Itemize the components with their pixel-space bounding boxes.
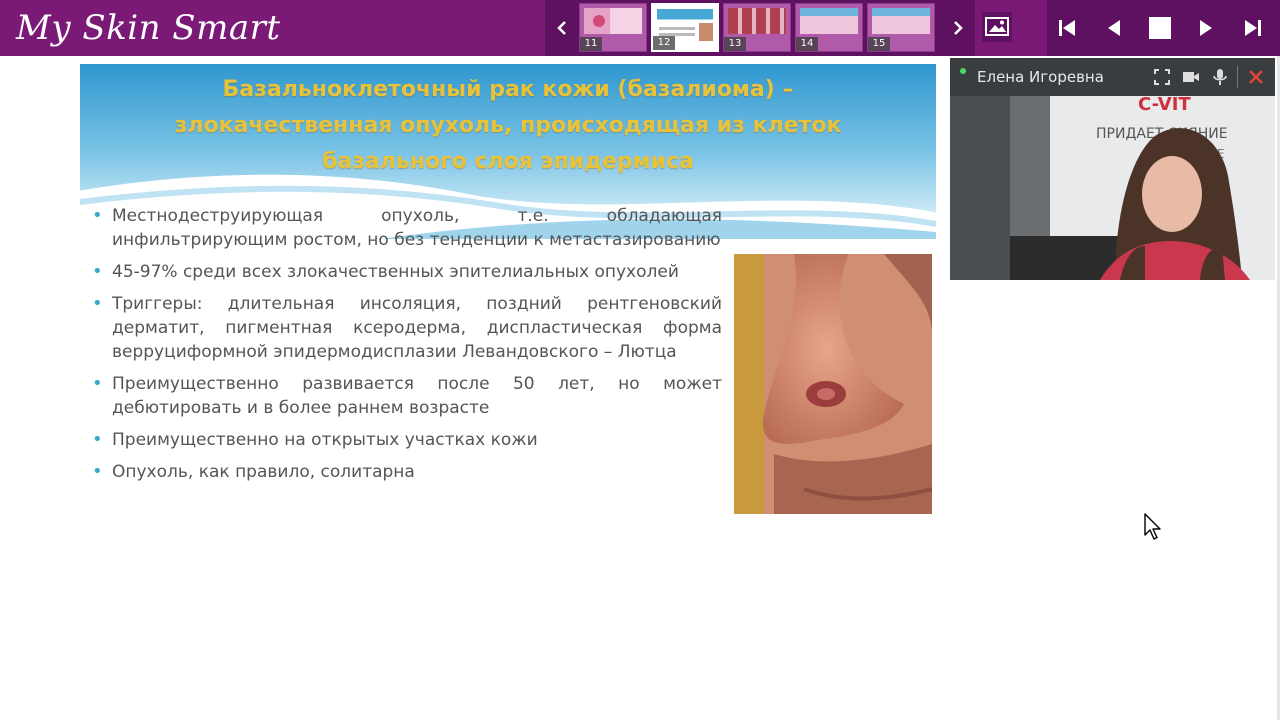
- thumbnail-slide-15[interactable]: 15: [867, 3, 935, 52]
- thumbnail-slide-13[interactable]: 13: [723, 3, 791, 52]
- slide-title-line: злокачественная опухоль, происходящая из…: [174, 113, 842, 138]
- image-button[interactable]: [982, 12, 1012, 42]
- slide-title: Базальноклеточный рак кожи (базалиома) –…: [140, 72, 876, 180]
- clinical-photo-nose: [734, 254, 932, 514]
- skip-last-icon: [1245, 20, 1261, 36]
- bullet-item: • Опухоль, как правило, солитарна: [90, 460, 722, 484]
- fullscreen-icon: [1154, 69, 1170, 85]
- bullet-item: • Преимущественно развивается после 50 ле…: [90, 372, 722, 420]
- video-camera-icon: [1183, 72, 1199, 82]
- slide-bullet-list: • Местнодеструирующая опухоль, т.е. облад…: [90, 204, 722, 492]
- bullet-text: Преимущественно на открытых участках кож…: [112, 430, 538, 450]
- bullet-dot-icon: •: [92, 429, 103, 450]
- slide-title-line: Базальноклеточный рак кожи (базалиома) –: [222, 77, 794, 102]
- bullet-text: Местнодеструирующая опухоль, т.е. облада…: [112, 206, 722, 250]
- bullet-item: • 45-97% среди всех злокачественных эпите…: [90, 260, 722, 284]
- bullet-text: 45-97% среди всех злокачественных эпител…: [112, 262, 679, 282]
- thumbnail-number: 14: [796, 37, 818, 51]
- slide-title-line: базального слоя эпидермиса: [322, 149, 694, 174]
- app-logo: My Skin Smart: [16, 8, 281, 48]
- thumbnail-slide-14[interactable]: 14: [795, 3, 863, 52]
- prev-icon: [1108, 20, 1120, 36]
- bullet-dot-icon: •: [92, 261, 103, 282]
- first-slide-button[interactable]: [1047, 8, 1087, 48]
- microphone-icon: [1213, 69, 1227, 85]
- fullscreen-button[interactable]: [1152, 67, 1172, 87]
- live-status-dot: [960, 68, 966, 74]
- bullet-text: Преимущественно развивается после 50 лет…: [112, 374, 722, 418]
- presentation-slide: Базальноклеточный рак кожи (базалиома) –…: [80, 64, 936, 544]
- top-bar: My Skin Smart 11 12 13 14 15: [0, 0, 1280, 56]
- video-toolbar: Елена Игоревна: [950, 58, 1275, 96]
- webcam-feed: C-VIT ПРИДАЕТ СИЯНИЕ КОЖЕ: [950, 96, 1275, 280]
- slide-thumbnail-strip: 11 12 13 14 15: [545, 0, 975, 56]
- stop-icon: [1149, 17, 1171, 39]
- bullet-text: Триггеры: длительная инсоляция, поздний …: [112, 294, 722, 362]
- video-call-panel: C-VIT ПРИДАЕТ СИЯНИЕ КОЖЕ Елена Игоревна: [950, 58, 1275, 280]
- skip-first-icon: [1059, 20, 1075, 36]
- play-icon: [1200, 20, 1212, 36]
- thumbnail-slide-12[interactable]: 12: [651, 3, 719, 52]
- bullet-dot-icon: •: [92, 373, 103, 394]
- camera-toggle-button[interactable]: [1181, 67, 1201, 87]
- thumbnail-number: 11: [580, 37, 602, 51]
- close-video-button[interactable]: [1246, 67, 1266, 87]
- thumbnail-preview-mark: [593, 15, 605, 27]
- toolbar-divider: [1237, 66, 1238, 88]
- thumbnail-number: 13: [724, 37, 746, 51]
- playback-controls: [1047, 0, 1280, 56]
- previous-slide-button[interactable]: [1094, 8, 1134, 48]
- bullet-dot-icon: •: [92, 461, 103, 482]
- thumbnail-number: 12: [653, 36, 675, 50]
- play-button[interactable]: [1186, 8, 1226, 48]
- background-sign-text: C-VIT: [1138, 96, 1191, 115]
- chevron-right-icon: [954, 21, 963, 35]
- thumbnails-prev-button[interactable]: [547, 0, 577, 56]
- bullet-dot-icon: •: [92, 205, 103, 226]
- thumbnail-number: 15: [868, 37, 890, 51]
- thumbnail-slide-11[interactable]: 11: [579, 3, 647, 52]
- bullet-item: • Местнодеструирующая опухоль, т.е. облад…: [90, 204, 722, 252]
- stop-button[interactable]: [1140, 8, 1180, 48]
- microphone-toggle-button[interactable]: [1210, 67, 1230, 87]
- last-slide-button[interactable]: [1233, 8, 1273, 48]
- participant-name: Елена Игоревна: [977, 68, 1104, 86]
- bullet-text: Опухоль, как правило, солитарна: [112, 462, 415, 482]
- chevron-left-icon: [557, 21, 566, 35]
- thumbnails-next-button[interactable]: [943, 0, 973, 56]
- mouse-pointer-icon: [1144, 513, 1161, 540]
- bullet-item: • Преимущественно на открытых участках ко…: [90, 428, 722, 452]
- bullet-dot-icon: •: [92, 293, 103, 314]
- image-icon: [985, 17, 1009, 36]
- bullet-item: • Триггеры: длительная инсоляция, поздний…: [90, 292, 722, 364]
- close-icon: [1249, 70, 1263, 84]
